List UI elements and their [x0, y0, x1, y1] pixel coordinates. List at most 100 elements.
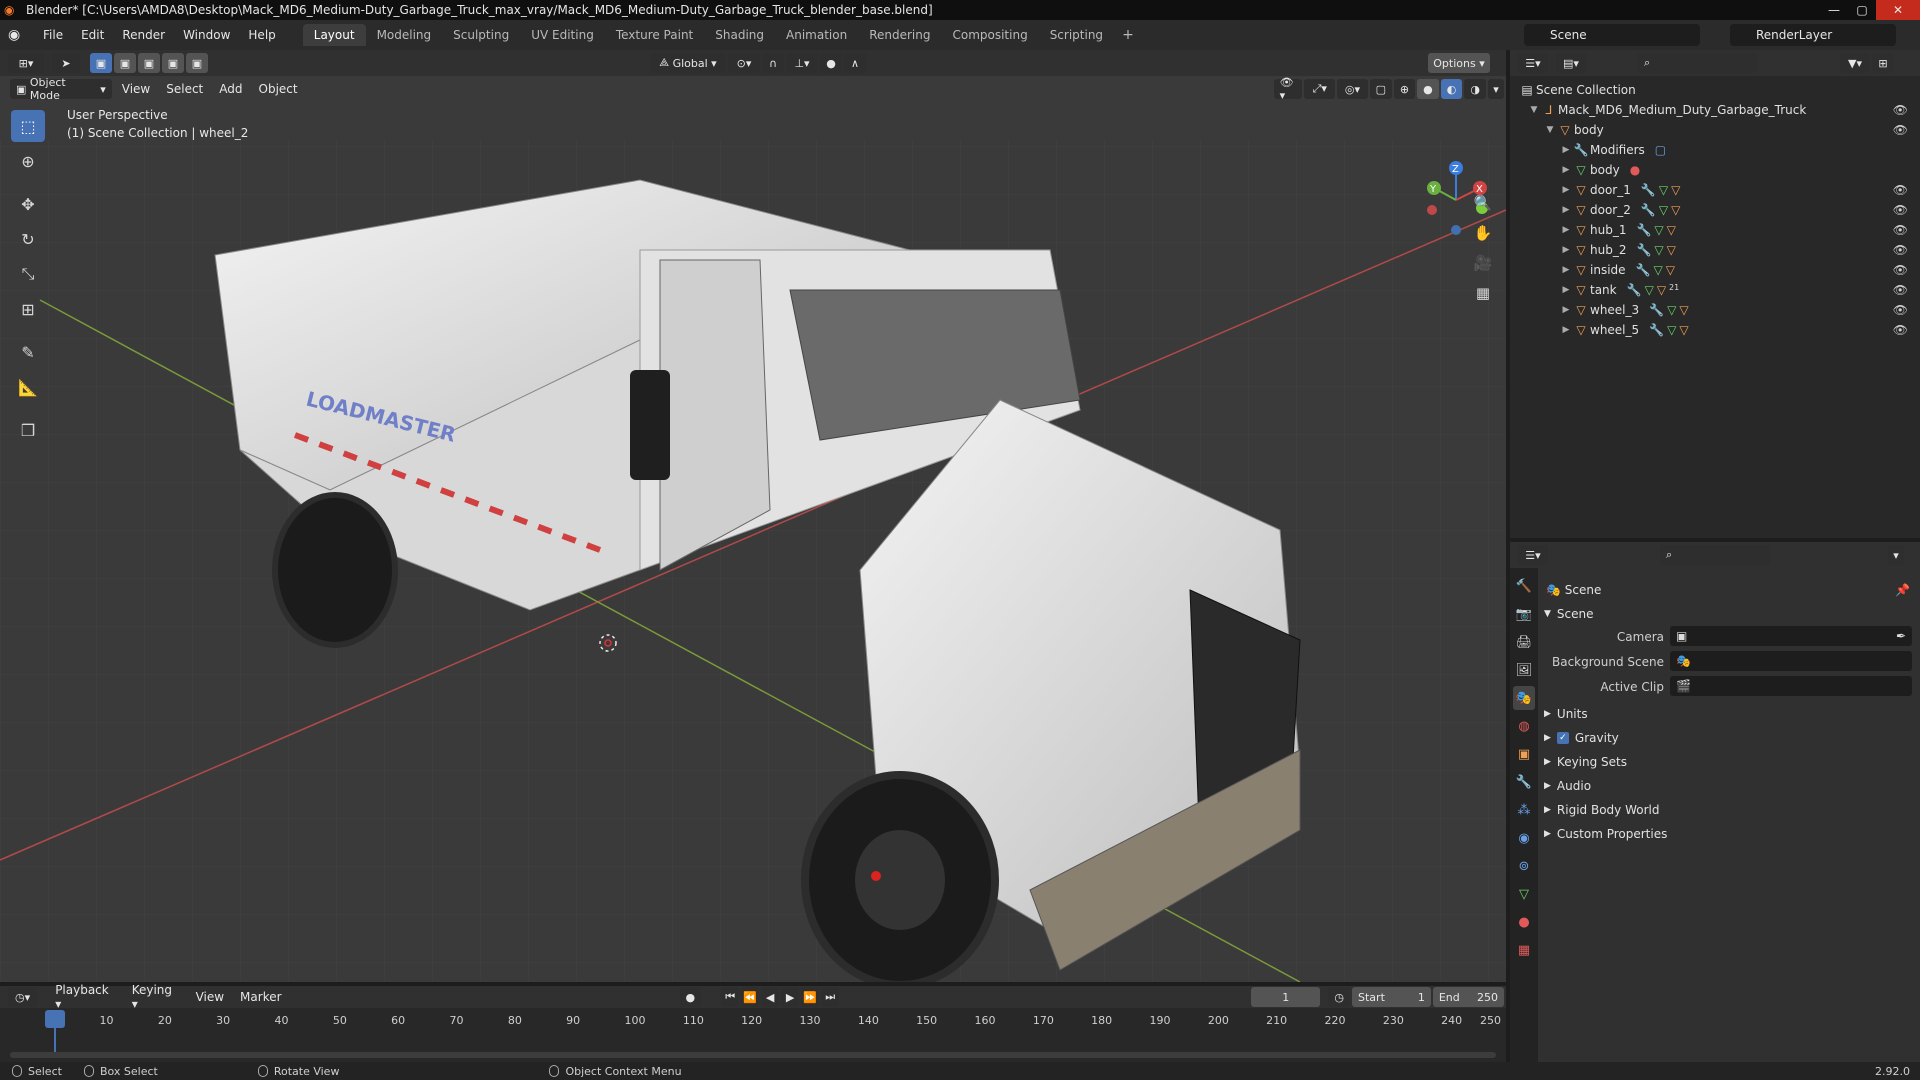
snap-target-icon[interactable]: ⊥▾ — [786, 53, 818, 73]
editor-type-icon[interactable]: ⊞▾ — [8, 53, 44, 73]
shading-options-icon[interactable]: ▾ — [1488, 79, 1504, 99]
material-tab-icon[interactable]: ● — [1513, 910, 1535, 934]
ortho-grid-icon[interactable]: ▦ — [1470, 280, 1496, 306]
tab-modeling[interactable]: Modeling — [366, 24, 443, 46]
select-mode-extend-icon[interactable]: ▣ — [114, 53, 136, 73]
timeline-scrollbar[interactable] — [10, 1052, 1496, 1058]
expand-toggle[interactable]: ▶ — [1560, 285, 1572, 295]
visibility-eye-icon[interactable]: 👁 — [1893, 323, 1908, 337]
blender-menu-icon[interactable]: ◉ — [8, 27, 34, 43]
expand-toggle[interactable]: ▼ — [1544, 125, 1556, 135]
add-workspace-button[interactable]: + — [1114, 24, 1142, 46]
pin-icon[interactable]: 📌 — [1895, 583, 1910, 597]
material-shading-icon[interactable]: ◐ — [1440, 79, 1463, 99]
gizmo-toggle-icon[interactable]: ⤢▾ — [1304, 79, 1336, 99]
menu-help[interactable]: Help — [239, 28, 284, 42]
outliner-row-hub-1[interactable]: ▶ ▽ hub_1 🔧 ▽ ▽ 👁 — [1510, 220, 1920, 240]
end-frame-field[interactable]: End 250 — [1432, 987, 1504, 1007]
tab-compositing[interactable]: Compositing — [941, 24, 1038, 46]
units-panel-header[interactable]: ▶ Units — [1538, 702, 1920, 726]
record-keyframe-icon[interactable]: ● — [679, 987, 702, 1007]
wireframe-shading-icon[interactable]: ⊕ — [1393, 79, 1416, 99]
expand-toggle[interactable]: ▼ — [1528, 105, 1540, 115]
viewport-menu-select[interactable]: Select — [158, 82, 211, 96]
select-mode-invert-icon[interactable]: ▣ — [162, 53, 184, 73]
gizmo-neg-z[interactable] — [1451, 225, 1461, 235]
expand-toggle[interactable]: ▶ — [1560, 185, 1572, 195]
tab-sculpting[interactable]: Sculpting — [442, 24, 520, 46]
expand-toggle[interactable]: ▶ — [1560, 265, 1572, 275]
outliner-row-door-2[interactable]: ▶ ▽ door_2 🔧 ▽ ▽ 👁 — [1510, 200, 1920, 220]
properties-search-input[interactable]: ⌕ — [1660, 545, 1770, 565]
jump-next-keyframe-icon[interactable]: ⏩ — [801, 987, 820, 1007]
tab-rendering[interactable]: Rendering — [858, 24, 941, 46]
select-box-tool-icon[interactable]: ⬚ — [11, 110, 45, 142]
jump-prev-keyframe-icon[interactable]: ⏪ — [741, 987, 760, 1007]
timeline-menu-playback[interactable]: Playback ▾ — [47, 983, 124, 1011]
viewport-menu-add[interactable]: Add — [211, 82, 250, 96]
viewport-menu-view[interactable]: View — [114, 82, 158, 96]
view-layer-tab-icon[interactable]: 🖼 — [1513, 658, 1535, 682]
tab-shading[interactable]: Shading — [704, 24, 775, 46]
zoom-icon[interactable]: 🔍 — [1470, 190, 1496, 216]
move-tool-icon[interactable]: ✥ — [11, 188, 45, 220]
minimize-button[interactable]: — — [1820, 0, 1848, 20]
custom-properties-panel-header[interactable]: ▶ Custom Properties — [1538, 822, 1920, 846]
outliner-row-collection[interactable]: ▼ ⅃ Mack_MD6_Medium_Duty_Garbage_Truck 👁 — [1510, 100, 1920, 120]
visibility-eye-icon[interactable]: 👁 — [1893, 303, 1908, 317]
outliner-search-input[interactable]: ⌕ — [1638, 53, 1758, 73]
transform-tool-icon[interactable]: ⊞ — [11, 293, 45, 325]
scale-tool-icon[interactable]: ⤡ — [11, 258, 45, 290]
rotate-tool-icon[interactable]: ↻ — [11, 223, 45, 255]
cursor-tool-icon[interactable]: ⊕ — [11, 145, 45, 177]
audio-panel-header[interactable]: ▶ Audio — [1538, 774, 1920, 798]
rigid-body-world-panel-header[interactable]: ▶ Rigid Body World — [1538, 798, 1920, 822]
outliner-row-hub-2[interactable]: ▶ ▽ hub_2 🔧 ▽ ▽ 👁 — [1510, 240, 1920, 260]
menu-window[interactable]: Window — [174, 28, 239, 42]
expand-toggle[interactable]: ▶ — [1560, 325, 1572, 335]
select-mode-subtract-icon[interactable]: ▣ — [138, 53, 160, 73]
visibility-eye-icon[interactable]: 👁 — [1893, 243, 1908, 257]
select-mode-intersect-icon[interactable]: ▣ — [186, 53, 208, 73]
properties-options-icon[interactable]: ▾ — [1888, 545, 1904, 565]
tab-layout[interactable]: Layout — [302, 24, 366, 46]
background-scene-field[interactable]: 🎭 — [1670, 651, 1912, 671]
expand-toggle[interactable]: ▶ — [1560, 245, 1572, 255]
visibility-eye-icon[interactable]: 👁 — [1893, 123, 1908, 137]
new-collection-icon[interactable]: ⊞ — [1872, 53, 1894, 73]
modifier-tab-icon[interactable]: 🔧 — [1513, 770, 1535, 794]
play-icon[interactable]: ▶ — [781, 987, 800, 1007]
output-tab-icon[interactable]: 🖨 — [1513, 630, 1535, 654]
expand-toggle[interactable]: ▶ — [1560, 165, 1572, 175]
visibility-eye-icon[interactable]: 👁 — [1893, 203, 1908, 217]
tab-scripting[interactable]: Scripting — [1039, 24, 1114, 46]
gravity-panel-header[interactable]: ▶ ✓ Gravity — [1538, 726, 1920, 750]
scene-tab-icon[interactable]: 🎭 — [1513, 686, 1535, 710]
snap-toggle-icon[interactable]: ∩ — [762, 53, 784, 73]
expand-toggle[interactable]: ▶ — [1560, 145, 1572, 155]
mode-dropdown[interactable]: ▣ Object Mode ▾ — [10, 76, 112, 102]
start-frame-field[interactable]: Start 1 — [1352, 987, 1431, 1007]
render-layer-selector[interactable]: RenderLayer — [1730, 24, 1896, 46]
timeline-panel[interactable]: ◷▾ Playback ▾ Keying ▾ View Marker ● ⏮ ⏪… — [0, 983, 1506, 1062]
falloff-icon[interactable]: ∧ — [844, 53, 866, 73]
particles-tab-icon[interactable]: ⁂ — [1513, 798, 1535, 822]
texture-tab-icon[interactable]: ▦ — [1513, 938, 1535, 962]
measure-tool-icon[interactable]: 📐 — [11, 371, 45, 403]
constraints-tab-icon[interactable]: ⊚ — [1513, 854, 1535, 878]
tab-texture-paint[interactable]: Texture Paint — [605, 24, 704, 46]
object-tab-icon[interactable]: ▣ — [1513, 742, 1535, 766]
data-tab-icon[interactable]: ▽ — [1513, 882, 1535, 906]
viewport-menu-object[interactable]: Object — [251, 82, 306, 96]
camera-view-icon[interactable]: 🎥 — [1470, 250, 1496, 276]
render-tab-icon[interactable]: 📷 — [1513, 602, 1535, 626]
outliner-row-wheel-3[interactable]: ▶ ▽ wheel_3 🔧 ▽ ▽ 👁 — [1510, 300, 1920, 320]
add-cube-tool-icon[interactable]: ❒ — [11, 414, 45, 446]
gizmo-neg-x[interactable] — [1427, 205, 1437, 215]
select-mode-new-icon[interactable]: ▣ — [90, 53, 112, 73]
menu-render[interactable]: Render — [113, 28, 174, 42]
maximize-button[interactable]: ▢ — [1848, 0, 1876, 20]
gravity-checkbox[interactable]: ✓ — [1556, 732, 1569, 744]
visibility-filter-icon[interactable]: 👁▾ — [1273, 76, 1303, 102]
play-reverse-icon[interactable]: ◀ — [761, 987, 780, 1007]
